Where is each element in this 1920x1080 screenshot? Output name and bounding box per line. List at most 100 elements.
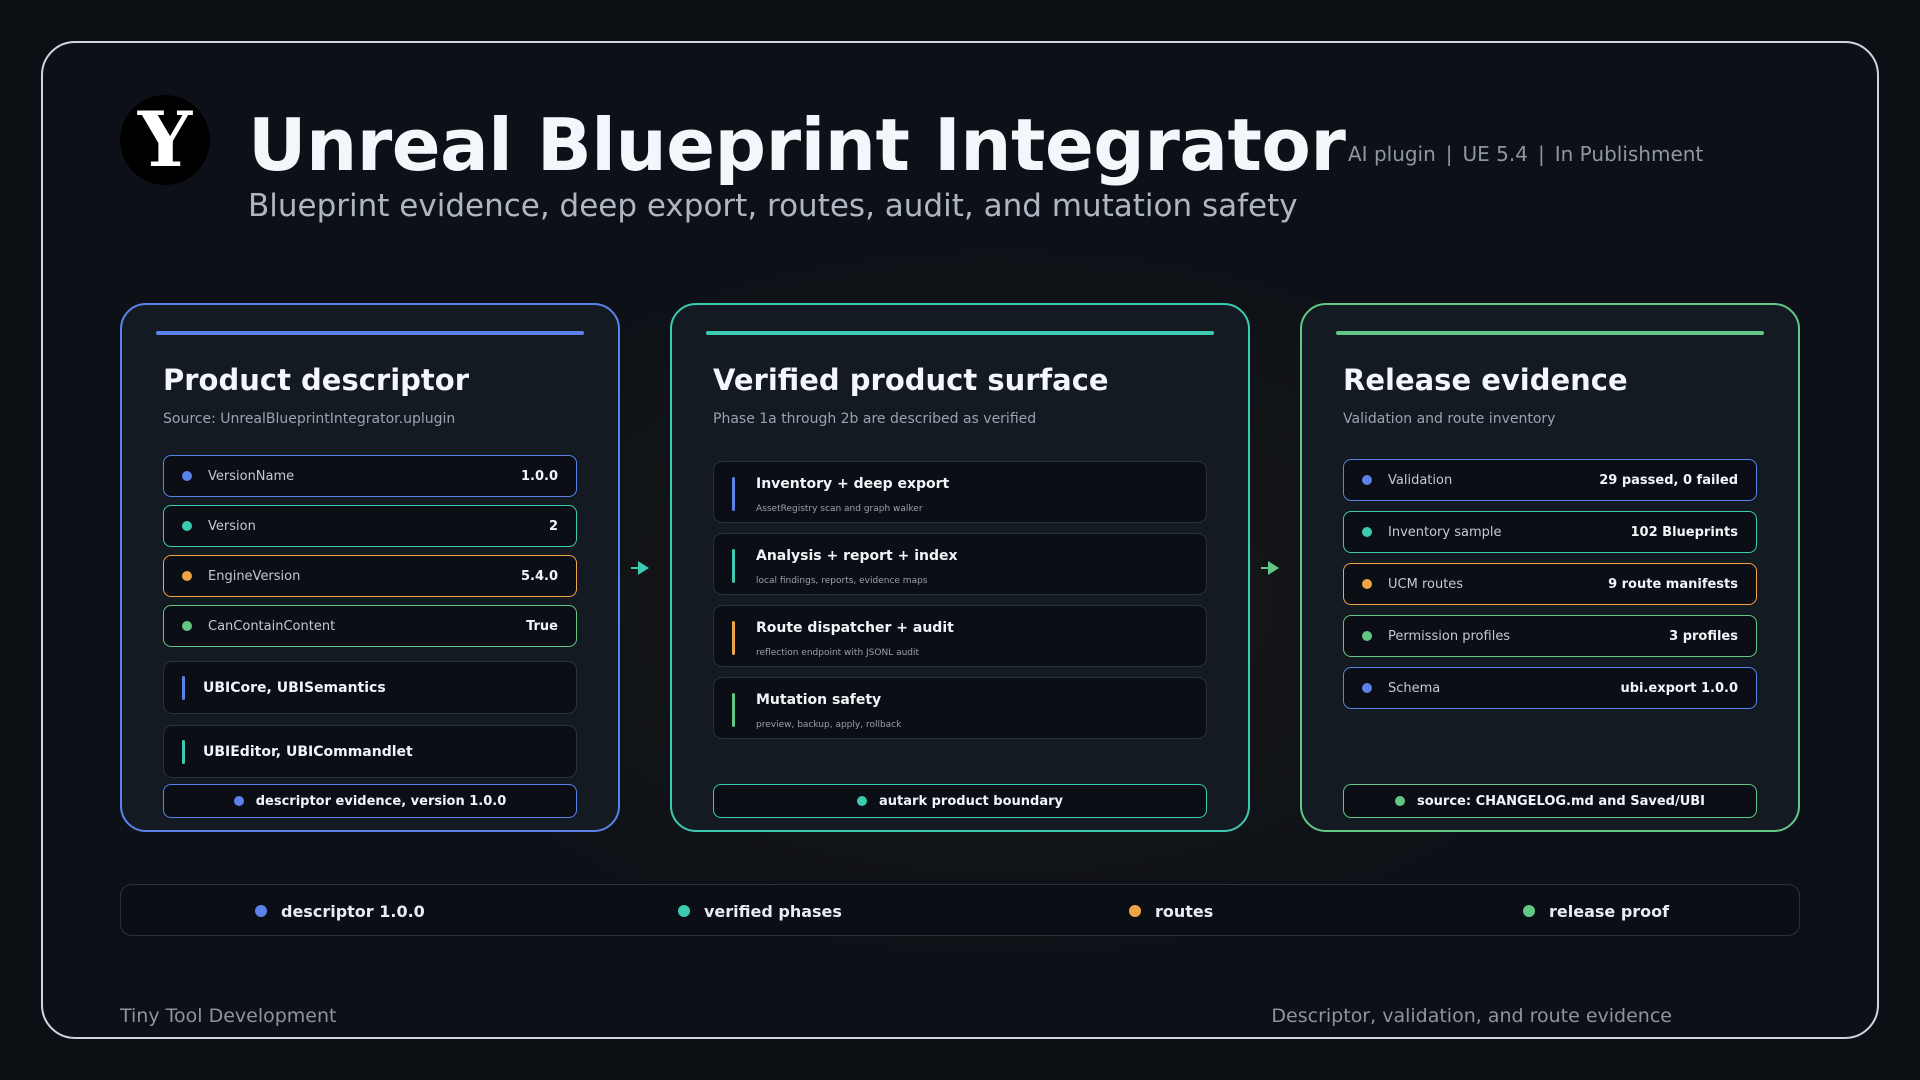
logo: Y (120, 95, 210, 185)
module-group-core: UBICore, UBISemantics (163, 661, 577, 714)
page-subtitle: Blueprint evidence, deep export, routes,… (248, 188, 1298, 224)
item-value: 102 Blueprints (1630, 524, 1738, 540)
phase-detail: reflection endpoint with JSONL audit (756, 648, 920, 658)
legend-label: release proof (1549, 901, 1670, 921)
release-item-permissions: Permission profiles 3 profiles (1343, 615, 1757, 657)
flow-arrow-icon (1261, 561, 1279, 575)
item-value: ubi.export 1.0.0 (1620, 680, 1738, 696)
phase-item-inventory: Inventory + deep export AssetRegistry sc… (713, 461, 1207, 523)
descriptor-accent-bar (156, 331, 584, 335)
meta-type: AI plugin (1348, 142, 1436, 166)
field-value: 1.0.0 (520, 468, 558, 484)
legend-dot (1523, 905, 1535, 917)
footer-brand: Tiny Tool Development (120, 1005, 337, 1027)
status-dot (1395, 796, 1405, 806)
descriptor-field-engineversion: EngineVersion 5.4.0 (163, 555, 577, 597)
phase-item-route-dispatcher: Route dispatcher + audit reflection endp… (713, 605, 1207, 667)
release-item-schema: Schema ubi.export 1.0.0 (1343, 667, 1757, 709)
release-item-inventory: Inventory sample 102 Blueprints (1343, 511, 1757, 553)
item-value: 29 passed, 0 failed (1599, 472, 1738, 488)
item-key: UCM routes (1388, 576, 1464, 592)
legend-dot (678, 905, 690, 917)
phase-detail: AssetRegistry scan and graph walker (756, 504, 923, 514)
phase-title: Route dispatcher + audit (756, 620, 954, 636)
status-dot (1362, 579, 1372, 589)
phase-title: Mutation safety (756, 692, 882, 708)
status-dot (1362, 683, 1372, 693)
phase-detail: preview, backup, apply, rollback (756, 720, 902, 730)
legend-label: verified phases (704, 901, 842, 921)
item-key: Schema (1388, 680, 1441, 696)
descriptor-field-cancontaincontent: CanContainContent True (163, 605, 577, 647)
phase-accent (732, 693, 735, 727)
descriptor-title: Product descriptor (163, 363, 470, 397)
footer-caption: Descriptor, validation, and route eviden… (1271, 1005, 1672, 1027)
meta-separator: | (1538, 142, 1545, 166)
phase-accent (732, 477, 735, 511)
release-footer-text: source: CHANGELOG.md and Saved/UBI (1417, 793, 1705, 809)
surface-footer-badge: autark product boundary (713, 784, 1207, 818)
status-dot (182, 521, 192, 531)
descriptor-field-version: Version 2 (163, 505, 577, 547)
status-dot (857, 796, 868, 806)
release-subtitle: Validation and route inventory (1343, 411, 1556, 427)
surface-title: Verified product surface (713, 363, 1109, 397)
descriptor-footer-text: descriptor evidence, version 1.0.0 (255, 793, 507, 809)
release-item-ucm-routes: UCM routes 9 route manifests (1343, 563, 1757, 605)
legend-item-descriptor: descriptor 1.0.0 (255, 885, 425, 937)
item-key: Validation (1388, 472, 1453, 488)
legend-dot (255, 905, 267, 917)
field-key: CanContainContent (208, 618, 336, 634)
status-dot (182, 471, 192, 481)
surface-footer-text: autark product boundary (879, 793, 1063, 809)
legend-label: descriptor 1.0.0 (281, 901, 425, 921)
phase-title: Inventory + deep export (756, 476, 950, 492)
header-meta: AI plugin | UE 5.4 | In Publishment (1348, 142, 1703, 166)
module-group-editor: UBIEditor, UBICommandlet (163, 725, 577, 778)
flow-arrow-icon (631, 561, 649, 575)
status-dot (182, 621, 192, 631)
meta-status: In Publishment (1554, 142, 1704, 166)
item-value: 3 profiles (1669, 628, 1738, 644)
field-key: VersionName (208, 468, 295, 484)
meta-engine: UE 5.4 (1462, 142, 1528, 166)
item-key: Permission profiles (1388, 628, 1511, 644)
descriptor-field-versionname: VersionName 1.0.0 (163, 455, 577, 497)
surface-accent-bar (706, 331, 1214, 335)
field-value: 2 (548, 518, 558, 534)
meta-separator: | (1445, 142, 1453, 166)
legend-bar: descriptor 1.0.0 verified phases routes … (120, 884, 1800, 936)
module-label: UBIEditor, UBICommandlet (203, 743, 413, 760)
legend-item-routes: routes (1129, 885, 1213, 937)
field-key: Version (208, 518, 256, 534)
phase-item-analysis: Analysis + report + index local findings… (713, 533, 1207, 595)
module-accent (182, 675, 185, 700)
status-dot (182, 571, 192, 581)
legend-item-verified: verified phases (678, 885, 842, 937)
descriptor-card: Product descriptor Source: UnrealBluepri… (120, 303, 620, 832)
item-value: 9 route manifests (1608, 576, 1738, 592)
logo-letter: Y (137, 95, 193, 184)
phase-item-mutation-safety: Mutation safety preview, backup, apply, … (713, 677, 1207, 739)
phase-detail: local findings, reports, evidence maps (756, 576, 928, 586)
release-item-validation: Validation 29 passed, 0 failed (1343, 459, 1757, 501)
phase-title: Analysis + report + index (756, 548, 958, 564)
descriptor-footer-badge: descriptor evidence, version 1.0.0 (163, 784, 577, 818)
phase-accent (732, 621, 735, 655)
item-key: Inventory sample (1388, 524, 1502, 540)
release-evidence-card: Release evidence Validation and route in… (1300, 303, 1800, 832)
phase-accent (732, 549, 735, 583)
status-dot (1362, 527, 1372, 537)
release-accent-bar (1336, 331, 1764, 335)
status-dot (233, 796, 244, 806)
field-value: True (526, 618, 558, 634)
page-title: Unreal Blueprint Integrator (248, 103, 1346, 187)
legend-label: routes (1155, 901, 1214, 921)
module-accent (182, 739, 185, 764)
release-footer-badge: source: CHANGELOG.md and Saved/UBI (1343, 784, 1757, 818)
status-dot (1362, 475, 1372, 485)
module-label: UBICore, UBISemantics (203, 679, 386, 696)
verified-surface-card: Verified product surface Phase 1a throug… (670, 303, 1250, 832)
field-key: EngineVersion (208, 568, 301, 584)
descriptor-source: Source: UnrealBlueprintIntegrator.uplugi… (163, 411, 456, 427)
